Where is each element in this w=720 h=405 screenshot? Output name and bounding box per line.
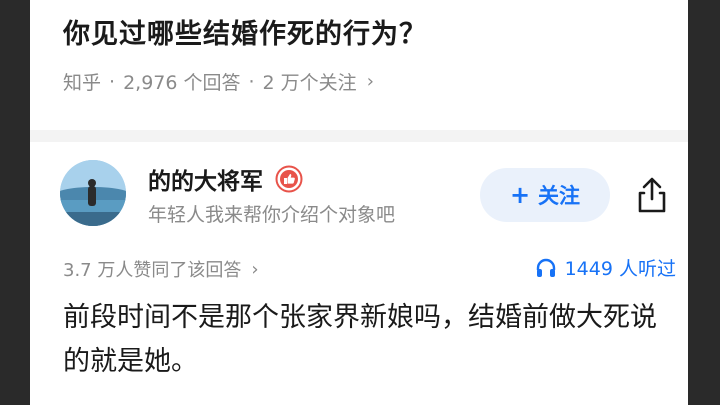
chevron-right-icon: ›	[366, 71, 374, 92]
author-name[interactable]: 的的大将军	[148, 162, 263, 196]
plus-icon: +	[509, 181, 531, 209]
agree-text: 3.7 万人赞同了该回答	[63, 260, 242, 281]
share-icon[interactable]	[634, 175, 670, 215]
answer-content[interactable]: 前段时间不是那个张家界新娘吗，结婚前做大死说的就是她。	[63, 296, 683, 384]
avatar[interactable]	[60, 160, 126, 226]
listen-count[interactable]: 1449 人听过	[535, 254, 676, 281]
chevron-right-icon: ›	[251, 258, 259, 280]
listen-text: 1449 人听过	[564, 258, 676, 280]
author-bio: 年轻人我来帮你介绍个对象吧	[148, 204, 396, 226]
source-label: 知乎	[63, 72, 102, 94]
headphones-icon	[536, 258, 555, 277]
followers-count: 2 万个关注	[262, 72, 357, 94]
author-name-row[interactable]: 的的大将军	[148, 162, 303, 196]
section-divider	[30, 130, 688, 142]
meta-separator: ·	[109, 70, 116, 93]
agree-count[interactable]: 3.7 万人赞同了该回答 ›	[63, 256, 259, 282]
avatar-landscape-icon	[60, 160, 126, 226]
like-badge-icon	[275, 165, 303, 193]
follow-label: 关注	[538, 184, 581, 208]
meta-separator: ·	[248, 70, 255, 93]
answer-card: 你见过哪些结婚作死的行为？ 知乎 · 2,976 个回答 · 2 万个关注 › …	[30, 0, 688, 405]
follow-button[interactable]: + 关注	[480, 168, 610, 222]
question-title[interactable]: 你见过哪些结婚作死的行为？	[63, 12, 427, 51]
question-meta[interactable]: 知乎 · 2,976 个回答 · 2 万个关注 ›	[63, 68, 374, 95]
answers-count: 2,976 个回答	[123, 72, 241, 94]
